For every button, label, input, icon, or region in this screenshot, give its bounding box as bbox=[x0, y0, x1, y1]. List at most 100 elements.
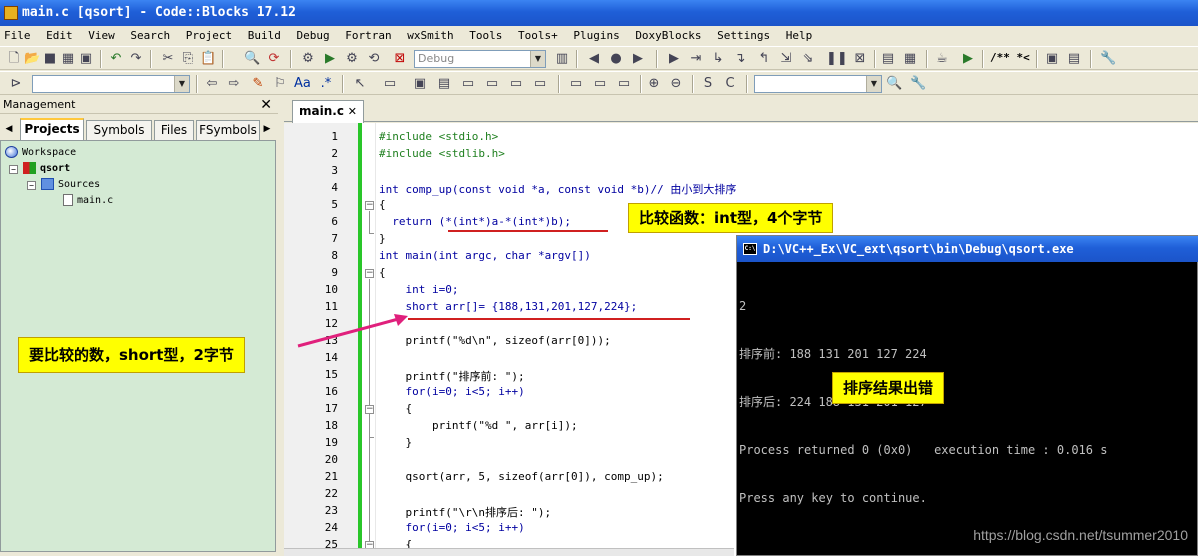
match-icon[interactable]: ⚐ bbox=[272, 76, 288, 92]
next-instruction-icon[interactable]: ⇲ bbox=[778, 51, 794, 67]
jump-back-icon[interactable]: ⇦ bbox=[204, 76, 220, 92]
shape-icon[interactable]: ▭ bbox=[532, 76, 548, 92]
open-file-icon[interactable]: 📂 bbox=[24, 51, 40, 67]
case-sensitive-icon[interactable]: Aa bbox=[294, 76, 311, 92]
collapse-icon[interactable]: − bbox=[9, 165, 18, 174]
wrench-icon[interactable]: 🔧 bbox=[910, 76, 926, 92]
shape-icon[interactable]: ▭ bbox=[484, 76, 500, 92]
text-block-icon[interactable]: ▤ bbox=[436, 76, 452, 92]
menu-help[interactable]: Help bbox=[786, 26, 813, 46]
debug-dot-icon[interactable]: ● bbox=[608, 51, 624, 67]
image-icon[interactable]: ▣ bbox=[412, 76, 428, 92]
debug-continue-icon[interactable]: ▶ bbox=[666, 51, 682, 67]
redo-icon[interactable]: ↷ bbox=[128, 51, 144, 67]
debug-windows-icon[interactable]: ▤ bbox=[880, 51, 896, 67]
search-symbol-icon[interactable]: 🔍 bbox=[886, 76, 902, 92]
menu-file[interactable]: File bbox=[4, 26, 31, 46]
menu-search[interactable]: Search bbox=[130, 26, 170, 46]
shape-icon[interactable]: ▭ bbox=[508, 76, 524, 92]
step-into-icon[interactable]: ↴ bbox=[732, 51, 748, 67]
pause-icon[interactable]: ❚❚ bbox=[826, 51, 848, 67]
shape-icon[interactable]: ▭ bbox=[568, 76, 584, 92]
chevron-down-icon[interactable]: ▼ bbox=[174, 76, 189, 92]
save-all-icon[interactable]: ▦ bbox=[60, 51, 76, 67]
new-file-icon[interactable]: 🗋 bbox=[6, 51, 22, 67]
run-to-cursor-icon[interactable]: ⇥ bbox=[688, 51, 704, 67]
c-icon[interactable]: C bbox=[722, 76, 738, 92]
scope-select[interactable]: ▼ bbox=[32, 75, 190, 93]
editor-tab-main-c[interactable]: main.c ✕ bbox=[292, 100, 364, 123]
next-line-icon[interactable]: ↳ bbox=[710, 51, 726, 67]
fold-toggle-icon[interactable]: − bbox=[365, 269, 374, 278]
fold-toggle-icon[interactable]: − bbox=[365, 201, 374, 210]
tree-item-main-c[interactable]: main.c bbox=[63, 194, 113, 208]
save-icon[interactable]: ■ bbox=[42, 51, 58, 67]
code-completion-icon[interactable]: ⊳ bbox=[8, 76, 24, 92]
print-icon[interactable]: ▣ bbox=[78, 51, 94, 67]
stop-debug-icon[interactable]: ⊠ bbox=[852, 51, 868, 67]
build-run-icon[interactable]: ⚙ bbox=[344, 51, 360, 67]
tree-item-sources[interactable]: Sources bbox=[41, 178, 100, 192]
find-icon[interactable]: 🔍 bbox=[244, 51, 260, 67]
chevron-down-icon[interactable]: ▼ bbox=[530, 51, 545, 67]
close-tab-icon[interactable]: ✕ bbox=[348, 101, 357, 122]
target-dialog-icon[interactable]: ▥ bbox=[554, 51, 570, 67]
collapse-icon[interactable]: − bbox=[27, 181, 36, 190]
chevron-down-icon[interactable]: ▼ bbox=[866, 76, 881, 92]
frame-icon[interactable]: ▭ bbox=[382, 76, 398, 92]
run-icon[interactable]: ▶ bbox=[322, 51, 338, 67]
debug-forward-icon[interactable]: ▶ bbox=[630, 51, 646, 67]
doxy-wizard-icon[interactable]: ☕ bbox=[934, 51, 950, 67]
menu-settings[interactable]: Settings bbox=[717, 26, 770, 46]
copy-icon[interactable]: ⎘ bbox=[180, 51, 196, 67]
doxy-html-icon[interactable]: ▣ bbox=[1044, 51, 1060, 67]
fold-toggle-icon[interactable]: − bbox=[365, 405, 374, 414]
shape-icon[interactable]: ▭ bbox=[592, 76, 608, 92]
menu-view[interactable]: View bbox=[88, 26, 115, 46]
undo-icon[interactable]: ↶ bbox=[108, 51, 124, 67]
step-instruction-icon[interactable]: ⇘ bbox=[800, 51, 816, 67]
s-icon[interactable]: S bbox=[700, 76, 716, 92]
tree-item-project[interactable]: qsort bbox=[23, 162, 70, 176]
debug-back-icon[interactable]: ◀ bbox=[586, 51, 602, 67]
build-target-select[interactable]: Debug ▼ bbox=[414, 50, 546, 68]
select-icon[interactable]: ↖ bbox=[352, 76, 368, 92]
paste-icon[interactable]: 📋 bbox=[200, 51, 216, 67]
regex-icon[interactable]: .* bbox=[318, 76, 334, 92]
close-icon[interactable]: ✕ bbox=[260, 96, 272, 114]
zoom-out-icon[interactable]: ⊖ bbox=[668, 76, 684, 92]
doxy-chm-icon[interactable]: ▤ bbox=[1066, 51, 1082, 67]
build-icon[interactable]: ⚙ bbox=[300, 51, 316, 67]
shape-icon[interactable]: ▭ bbox=[616, 76, 632, 92]
tab-scroll-left-icon[interactable]: ◀ bbox=[4, 122, 14, 136]
menu-edit[interactable]: Edit bbox=[46, 26, 73, 46]
cut-icon[interactable]: ✂ bbox=[160, 51, 176, 67]
console-window[interactable]: C:\ D:\VC++_Ex\VC_ext\qsort\bin\Debug\qs… bbox=[736, 235, 1198, 556]
shape-icon[interactable]: ▭ bbox=[460, 76, 476, 92]
menu-plugins[interactable]: Plugins bbox=[573, 26, 619, 46]
menu-tools[interactable]: Tools bbox=[469, 26, 502, 46]
menu-tools-plus[interactable]: Tools+ bbox=[518, 26, 558, 46]
symbol-select[interactable]: ▼ bbox=[754, 75, 882, 93]
menu-wxsmith[interactable]: wxSmith bbox=[407, 26, 453, 46]
rebuild-icon[interactable]: ⟲ bbox=[366, 51, 382, 67]
doxy-comment-button[interactable]: /** *< bbox=[990, 51, 1030, 64]
horizontal-scrollbar[interactable] bbox=[284, 548, 734, 556]
step-out-icon[interactable]: ↰ bbox=[756, 51, 772, 67]
replace-icon[interactable]: ⟳ bbox=[266, 51, 282, 67]
doxy-config-icon[interactable]: 🔧 bbox=[1100, 51, 1116, 67]
zoom-in-icon[interactable]: ⊕ bbox=[646, 76, 662, 92]
menu-fortran[interactable]: Fortran bbox=[345, 26, 391, 46]
tab-projects[interactable]: Projects bbox=[20, 118, 84, 140]
menu-doxyblocks[interactable]: DoxyBlocks bbox=[635, 26, 701, 46]
jump-forward-icon[interactable]: ⇨ bbox=[226, 76, 242, 92]
menu-build[interactable]: Build bbox=[248, 26, 281, 46]
tab-symbols[interactable]: Symbols bbox=[86, 120, 152, 140]
tab-scroll-right-icon[interactable]: ▶ bbox=[262, 122, 272, 136]
menu-debug[interactable]: Debug bbox=[296, 26, 329, 46]
menu-project[interactable]: Project bbox=[186, 26, 232, 46]
doxy-extract-icon[interactable]: ▶ bbox=[960, 51, 976, 67]
info-icon[interactable]: ▦ bbox=[902, 51, 918, 67]
abort-icon[interactable]: ⊠ bbox=[392, 51, 408, 67]
highlighter-icon[interactable]: ✎ bbox=[250, 76, 266, 92]
